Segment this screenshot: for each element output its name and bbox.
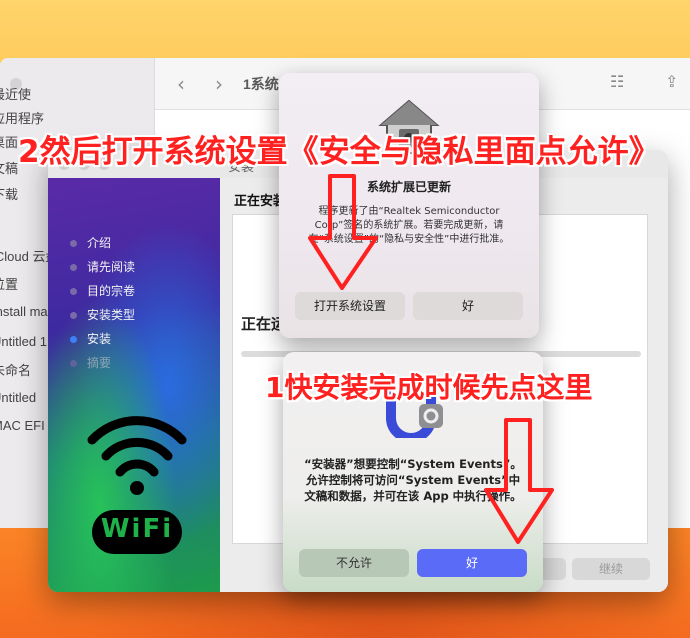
- sidebar-item[interactable]: Install mac: [0, 304, 54, 319]
- down-arrow-icon: [308, 174, 378, 290]
- step-dot-icon: [70, 264, 77, 271]
- view-grid-icon[interactable]: ☷: [610, 72, 624, 91]
- step-dot-icon: [70, 240, 77, 247]
- step-dot-icon: [70, 288, 77, 295]
- sidebar-item[interactable]: Untitled 1: [0, 334, 47, 349]
- finder-title: 1系统: [243, 76, 279, 92]
- sidebar-item[interactable]: 最近使: [0, 84, 31, 103]
- step-label: 安装: [87, 332, 112, 346]
- back-arrow-icon[interactable]: ‹: [177, 72, 185, 96]
- down-arrow-icon: [484, 418, 554, 544]
- forward-arrow-icon[interactable]: ›: [215, 72, 223, 96]
- installer-sidebar: 介绍请先阅读目的宗卷安装类型安装摘要 WiFi: [48, 178, 220, 592]
- step-dot-icon: [70, 312, 77, 319]
- sidebar-item[interactable]: Untitled: [0, 390, 36, 405]
- step-dot-icon: [70, 360, 77, 367]
- step-label: 介绍: [87, 236, 112, 250]
- step-dot-icon: [70, 336, 77, 343]
- installer-step: 摘要: [70, 354, 111, 371]
- annotation-middle: 1快安装完成时候先点这里: [265, 371, 593, 404]
- sidebar-item[interactable]: 位置: [0, 274, 18, 293]
- share-icon[interactable]: ⇪: [665, 72, 678, 91]
- wifi-logo-text: WiFi: [100, 514, 174, 544]
- sidebar-item[interactable]: 桌面: [0, 132, 18, 151]
- sidebar-item[interactable]: 下载: [0, 184, 18, 203]
- installer-step: 安装: [70, 330, 111, 347]
- step-label: 请先阅读: [87, 260, 136, 274]
- sidebar-item[interactable]: 文稿: [0, 158, 18, 177]
- installer-step: 介绍: [70, 234, 111, 251]
- step-label: 目的宗卷: [87, 284, 136, 298]
- sidebar-item[interactable]: 应用程序: [0, 108, 44, 127]
- step-label: 安装类型: [87, 308, 136, 322]
- open-system-settings-button[interactable]: 打开系统设置: [295, 292, 405, 320]
- ok-button[interactable]: 好: [413, 292, 523, 320]
- step-label: 摘要: [87, 356, 112, 370]
- continue-button[interactable]: 继续: [572, 558, 650, 580]
- deny-button[interactable]: 不允许: [299, 549, 409, 577]
- installer-step: 请先阅读: [70, 258, 135, 275]
- sidebar-item[interactable]: 未命名: [0, 360, 31, 379]
- annotation-top: 2然后打开系统设置《安全与隐私里面点允许》: [18, 134, 660, 170]
- sidebar-item[interactable]: MAC EFI: [0, 418, 45, 433]
- installer-step: 目的宗卷: [70, 282, 135, 299]
- installer-step: 安装类型: [70, 306, 135, 323]
- allow-ok-button[interactable]: 好: [417, 549, 527, 577]
